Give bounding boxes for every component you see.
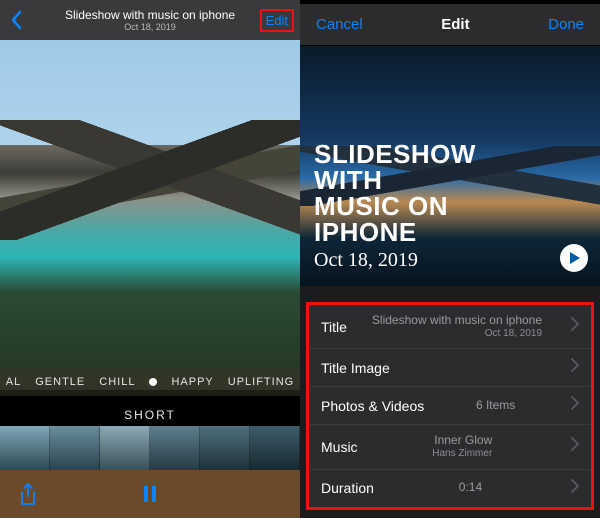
- screen-title: Edit: [441, 16, 469, 33]
- row-title-image[interactable]: Title Image: [309, 349, 591, 387]
- memory-player-screen: Slideshow with music on iphone Oct 18, 2…: [0, 0, 300, 518]
- duration-preset-label[interactable]: SHORT: [0, 408, 300, 422]
- row-music[interactable]: Music Inner Glow Hans Zimmer: [309, 425, 591, 469]
- row-photos-videos[interactable]: Photos & Videos 6 Items: [309, 387, 591, 425]
- chevron-right-icon: [571, 396, 583, 415]
- row-label: Music: [321, 439, 358, 455]
- mood-option[interactable]: UPLIFTING: [228, 376, 294, 388]
- chevron-right-icon: [571, 317, 583, 336]
- mood-selected-dot-icon: [149, 378, 157, 386]
- cancel-button[interactable]: Cancel: [316, 16, 363, 33]
- mood-option[interactable]: AL: [6, 376, 21, 388]
- edit-header: Cancel Edit Done: [300, 0, 600, 46]
- row-label: Duration: [321, 480, 374, 496]
- thumbnail[interactable]: [0, 426, 50, 470]
- share-icon[interactable]: [18, 482, 38, 506]
- memory-settings-list: Title Slideshow with music on iphone Oct…: [306, 302, 594, 510]
- thumbnail-strip[interactable]: [0, 426, 300, 470]
- thumbnail[interactable]: [200, 426, 250, 470]
- edit-button[interactable]: Edit: [260, 9, 294, 32]
- play-icon: [569, 251, 581, 265]
- play-button[interactable]: [560, 244, 588, 272]
- hero-title-line: SLIDESHOW WITH: [314, 141, 550, 193]
- row-value: 6 Items: [476, 399, 515, 413]
- thumbnail[interactable]: [100, 426, 150, 470]
- row-label: Photos & Videos: [321, 398, 424, 414]
- memory-date: Oct 18, 2019: [65, 22, 235, 32]
- thumbnail[interactable]: [150, 426, 200, 470]
- mood-option[interactable]: GENTLE: [35, 376, 85, 388]
- chevron-right-icon: [571, 437, 583, 456]
- player-toolbar: [0, 470, 300, 518]
- done-button[interactable]: Done: [548, 16, 584, 33]
- row-value: 0:14: [459, 481, 482, 495]
- row-value-sub: Oct 18, 2019: [372, 328, 542, 340]
- back-chevron-icon[interactable]: [10, 10, 22, 35]
- chevron-right-icon: [571, 479, 583, 498]
- memory-hero: SLIDESHOW WITH MUSIC ON IPHONE Oct 18, 2…: [300, 46, 600, 286]
- row-title[interactable]: Title Slideshow with music on iphone Oct…: [309, 305, 591, 349]
- landscape-decoration: [0, 120, 300, 240]
- row-label: Title Image: [321, 360, 390, 376]
- chevron-right-icon: [571, 358, 583, 377]
- thumbnail[interactable]: [50, 426, 100, 470]
- row-duration[interactable]: Duration 0:14: [309, 470, 591, 507]
- pause-icon[interactable]: [142, 485, 158, 503]
- mood-picker[interactable]: AL GENTLE CHILL HAPPY UPLIFTING: [0, 368, 300, 396]
- thumbnail[interactable]: [250, 426, 300, 470]
- mood-option[interactable]: HAPPY: [171, 376, 213, 388]
- mood-option[interactable]: CHILL: [99, 376, 135, 388]
- row-value: Inner Glow Hans Zimmer: [432, 434, 492, 459]
- hero-title-line: MUSIC ON IPHONE: [314, 193, 550, 245]
- row-value: Slideshow with music on iphone Oct 18, 2…: [372, 314, 542, 339]
- row-label: Title: [321, 319, 347, 335]
- edit-memory-screen: Cancel Edit Done SLIDESHOW WITH MUSIC ON…: [300, 0, 600, 518]
- memory-photo[interactable]: [0, 40, 300, 390]
- memory-title: Slideshow with music on iphone: [65, 8, 235, 22]
- row-value-sub: Hans Zimmer: [432, 448, 492, 460]
- row-value-text: Inner Glow: [434, 433, 492, 447]
- hero-date: Oct 18, 2019: [314, 249, 550, 272]
- player-header: Slideshow with music on iphone Oct 18, 2…: [0, 0, 300, 40]
- row-value-text: Slideshow with music on iphone: [372, 313, 542, 327]
